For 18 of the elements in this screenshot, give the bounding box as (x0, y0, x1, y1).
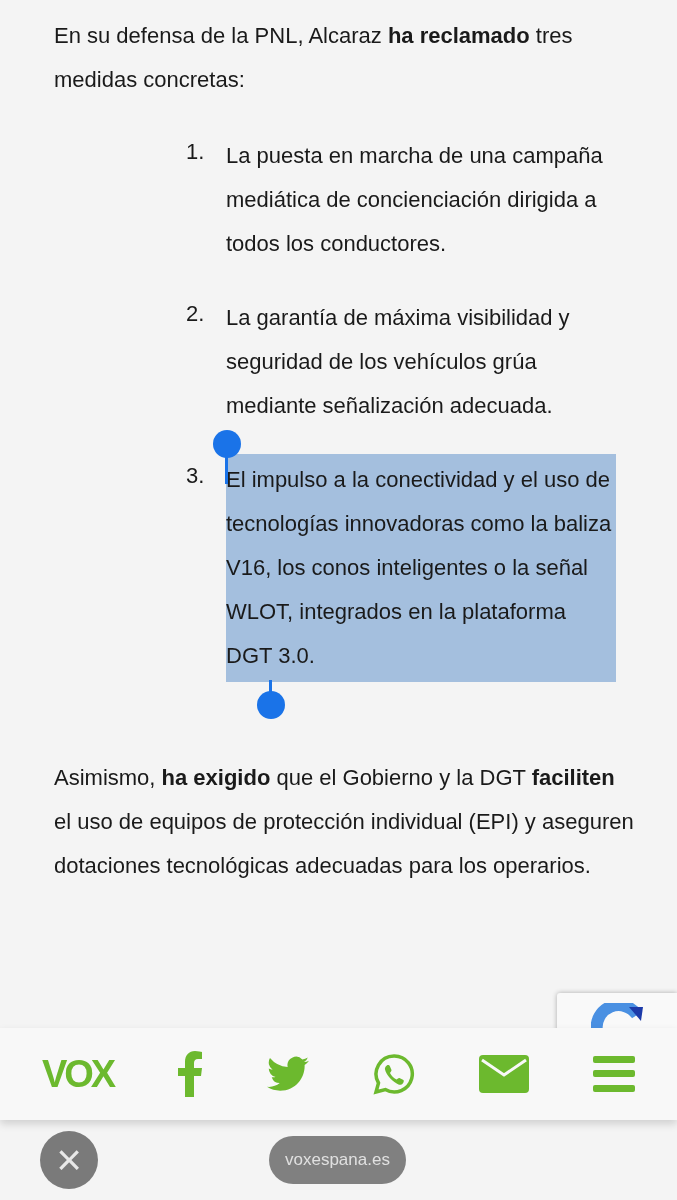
intro-paragraph: En su defensa de la PNL, Alcaraz ha reclamado tres medidas concretas: (54, 22, 574, 94)
menu-icon[interactable] (593, 1056, 635, 1092)
vox-logo[interactable]: VOX (41, 1045, 114, 1103)
refresh-arrows-icon (591, 1003, 643, 1031)
whatsapp-icon[interactable] (373, 1053, 416, 1095)
close-button[interactable]: × (40, 1131, 98, 1189)
list-item-text: La garantía de máxima visibilidad y seguridad de los vehículos grúa mediante señalización adecuada. (226, 304, 571, 420)
url-pill[interactable]: voxespana.es (269, 1136, 406, 1184)
list-number: 1. (186, 138, 206, 166)
body-paragraph: Asimismo, ha exigido que el Gobierno y la DGT faciliten el uso de equipos de protección individual (EPI) y aseguren dotaciones tecnológicas adecuadas para los operarios. (54, 764, 634, 880)
bird-icon[interactable] (267, 1056, 310, 1092)
list-item-text: El impulso a la conectividad y el uso de tecnologías innovadoras como la baliza V16, los conos inteligentes o la señal WLOT, integrados en la plataforma DGT 3.0. (226, 454, 616, 682)
selection-end-handle[interactable] (256, 680, 286, 720)
list-item-text: La puesta en marcha de una campaña mediática de concienciación dirigida a todos los conductores. (226, 142, 604, 258)
list-number: 2. (186, 300, 206, 328)
envelope-icon[interactable] (479, 1055, 530, 1093)
list-number: 3. (186, 462, 206, 490)
facebook-icon[interactable] (177, 1051, 204, 1097)
